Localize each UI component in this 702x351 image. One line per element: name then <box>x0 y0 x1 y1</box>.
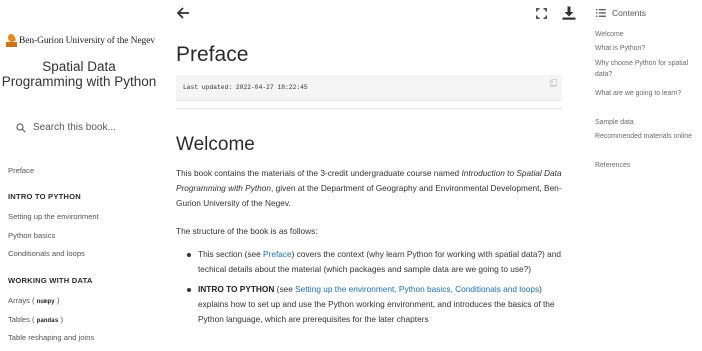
toc-item-sample-data[interactable]: Sample data <box>595 117 702 128</box>
divider <box>176 108 562 109</box>
list-icon <box>596 9 606 17</box>
search-icon <box>16 122 26 133</box>
search-placeholder: Search this book... <box>33 122 116 133</box>
sidebar-item-setup[interactable]: Setting up the environment <box>8 212 99 221</box>
toc-item-references[interactable]: References <box>595 160 702 171</box>
sidebar-item-conditionals[interactable]: Conditionals and loops <box>8 249 85 258</box>
search-input[interactable]: Search this book... <box>16 122 116 133</box>
logo-text: Ben-Gurion University of the Negev <box>19 35 155 46</box>
bullet2-text-a: (see <box>274 284 296 294</box>
tables-code: pandas <box>36 317 59 324</box>
sidebar-item-tables[interactable]: Tables ( pandas ) <box>8 315 63 324</box>
fullscreen-icon[interactable] <box>536 8 547 19</box>
toc-heading: Contents <box>596 8 646 18</box>
arrays-code: numpy <box>36 298 55 305</box>
toc-item-why-python[interactable]: Why choose Python for spatial data? <box>595 58 702 80</box>
copy-icon[interactable] <box>550 79 557 87</box>
toc-item-learn[interactable]: What are we going to learn? <box>595 88 702 99</box>
university-logo[interactable]: Ben-Gurion University of the Negev <box>6 33 155 47</box>
tables-label: Tables ( <box>8 315 35 324</box>
sidebar-caption-working: WORKING WITH DATA <box>8 276 93 285</box>
sidebar-item-arrays[interactable]: Arrays ( numpy ) <box>8 296 59 305</box>
bullet2-bold: INTRO TO PYTHON <box>198 284 275 294</box>
toc-item-recommended[interactable]: Recommended materials online <box>595 131 702 142</box>
toc-heading-label: Contents <box>612 8 647 18</box>
book-title[interactable]: Spatial Data Programming with Python <box>0 59 158 89</box>
last-updated-text: Last updated: 2022-04-27 18:22:45 <box>183 84 308 91</box>
sidebar-item-reshaping[interactable]: Table reshaping and joins <box>8 333 94 342</box>
tables-close: ) <box>60 315 63 324</box>
list-item: INTRO TO PYTHON (see Setting up the envi… <box>176 282 562 327</box>
section-title-welcome: Welcome <box>176 134 255 155</box>
toc-item-what-is-python[interactable]: What is Python? <box>595 43 702 54</box>
toc-item-welcome[interactable]: Welcome <box>595 29 702 40</box>
link-preface[interactable]: Preface <box>263 249 292 259</box>
download-icon[interactable] <box>562 6 576 20</box>
sidebar-item-preface[interactable]: Preface <box>8 166 34 175</box>
intro-paragraph: This book contains the materials of the … <box>176 166 562 211</box>
sidebar-caption-intro: INTRO TO PYTHON <box>8 192 81 201</box>
last-updated-box: Last updated: 2022-04-27 18:22:45 <box>176 75 562 101</box>
list-item: This section (see Preface) covers the co… <box>176 247 562 277</box>
sidebar-item-basics[interactable]: Python basics <box>8 231 55 240</box>
arrow-left-icon[interactable] <box>176 6 190 20</box>
para1-text-a: This book contains the materials of the … <box>176 168 462 178</box>
structure-paragraph: The structure of the book is as follows: <box>176 226 318 236</box>
page-title: Preface <box>176 43 249 66</box>
arrays-close: ) <box>56 296 60 305</box>
sidebar: Ben-Gurion University of the Negev Spati… <box>0 0 158 351</box>
arrays-label: Arrays ( <box>8 296 35 305</box>
link-intro-chapters[interactable]: Setting up the environment, Python basic… <box>295 284 539 294</box>
structure-list: This section (see Preface) covers the co… <box>176 247 562 327</box>
flame-logo-icon <box>6 33 17 47</box>
bullet1-text-a: This section (see <box>198 249 264 259</box>
